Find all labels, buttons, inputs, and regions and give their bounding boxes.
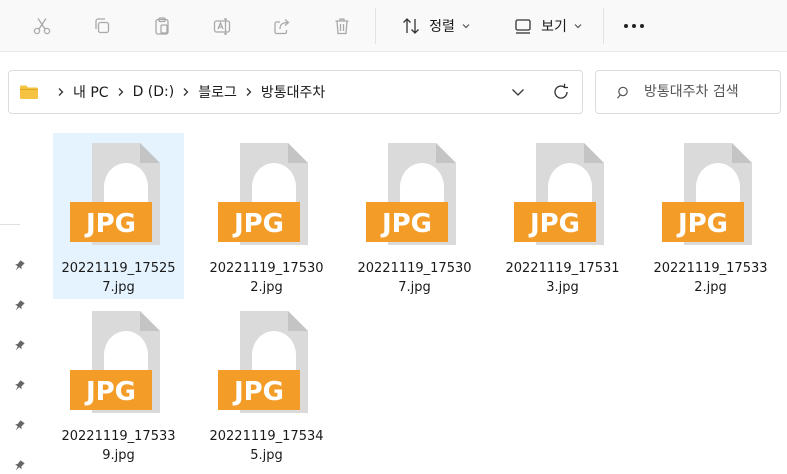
pin-icon[interactable] bbox=[12, 379, 26, 393]
address-bar[interactable]: 내 PC D (D:) 블로그 방통대주차 bbox=[8, 70, 583, 114]
file-name: 20221119_175339.jpg bbox=[61, 429, 176, 463]
file-type-label: JPG bbox=[232, 209, 284, 239]
chevron-down-icon bbox=[573, 21, 583, 31]
file-type-label: JPG bbox=[676, 209, 728, 239]
scissors-icon bbox=[33, 18, 51, 35]
view-icon bbox=[515, 19, 531, 34]
file-name: 20221119_175257.jpg bbox=[61, 261, 176, 295]
paste-button[interactable] bbox=[142, 8, 182, 44]
file-item[interactable]: JPG 20221119_175345.jpg bbox=[201, 301, 332, 467]
file-type-label: JPG bbox=[84, 377, 136, 407]
pin-icon[interactable] bbox=[12, 259, 26, 273]
sort-label: 정렬 bbox=[429, 19, 455, 35]
file-item[interactable]: JPG 20221119_175257.jpg bbox=[53, 133, 184, 299]
chevron-right-icon[interactable] bbox=[57, 87, 65, 97]
view-label: 보기 bbox=[541, 19, 567, 35]
chevron-down-icon bbox=[512, 89, 524, 96]
chevron-down-icon bbox=[461, 21, 471, 31]
breadcrumb-item-blog[interactable]: 블로그 bbox=[198, 82, 237, 102]
nav-divider bbox=[0, 224, 20, 225]
search-icon bbox=[617, 86, 628, 99]
file-type-label: JPG bbox=[84, 209, 136, 239]
address-history-dropdown[interactable] bbox=[509, 83, 527, 101]
search-input[interactable] bbox=[644, 81, 774, 103]
file-name: 20221119_175307.jpg bbox=[357, 261, 472, 295]
command-bar: 정렬 보기 bbox=[0, 0, 787, 52]
file-name: 20221119_175345.jpg bbox=[209, 429, 324, 463]
share-button[interactable] bbox=[262, 8, 302, 44]
file-type-label: JPG bbox=[232, 377, 284, 407]
pin-icon[interactable] bbox=[12, 339, 26, 353]
ellipsis-icon bbox=[624, 24, 644, 28]
file-item[interactable]: JPG 20221119_175313.jpg bbox=[497, 133, 628, 299]
file-item[interactable]: JPG 20221119_175302.jpg bbox=[201, 133, 332, 299]
pin-icon[interactable] bbox=[12, 459, 26, 473]
file-item[interactable]: JPG 20221119_175307.jpg bbox=[349, 133, 480, 299]
clipboard-icon bbox=[155, 17, 169, 35]
file-name: 20221119_175313.jpg bbox=[505, 261, 620, 295]
more-options-button[interactable] bbox=[614, 8, 654, 44]
breadcrumb: 내 PC D (D:) 블로그 방통대주차 bbox=[19, 71, 325, 113]
jpg-file-icon: JPG bbox=[218, 311, 308, 413]
copy-button[interactable] bbox=[82, 8, 122, 44]
breadcrumb-item-this-pc[interactable]: 내 PC bbox=[73, 82, 109, 102]
file-type-label: JPG bbox=[380, 209, 432, 239]
sort-icon bbox=[403, 18, 420, 34]
file-type-label: JPG bbox=[528, 209, 580, 239]
sort-button[interactable]: 정렬 bbox=[388, 8, 484, 44]
delete-button[interactable] bbox=[322, 8, 362, 44]
jpg-file-icon: JPG bbox=[70, 311, 160, 413]
jpg-file-icon: JPG bbox=[366, 143, 456, 245]
toolbar-separator bbox=[375, 8, 376, 44]
rename-button[interactable] bbox=[202, 8, 242, 44]
chevron-right-icon[interactable] bbox=[245, 87, 253, 97]
cut-button[interactable] bbox=[22, 8, 62, 44]
jpg-file-icon: JPG bbox=[514, 143, 604, 245]
jpg-file-icon: JPG bbox=[218, 143, 308, 245]
toolbar-separator bbox=[603, 8, 604, 44]
trash-icon bbox=[335, 18, 349, 35]
share-icon bbox=[274, 19, 290, 35]
rename-icon bbox=[213, 18, 231, 35]
search-box[interactable] bbox=[595, 70, 781, 114]
breadcrumb-item-current[interactable]: 방통대주차 bbox=[261, 82, 325, 102]
jpg-file-icon: JPG bbox=[70, 143, 160, 245]
file-name: 20221119_175302.jpg bbox=[209, 261, 324, 295]
file-name: 20221119_175332.jpg bbox=[653, 261, 768, 295]
copy-icon bbox=[95, 18, 110, 34]
folder-icon bbox=[19, 84, 39, 100]
pin-icon[interactable] bbox=[12, 419, 26, 433]
jpg-file-icon: JPG bbox=[662, 143, 752, 245]
breadcrumb-item-drive[interactable]: D (D:) bbox=[133, 84, 175, 100]
file-item[interactable]: JPG 20221119_175339.jpg bbox=[53, 301, 184, 467]
refresh-button[interactable] bbox=[551, 82, 571, 102]
view-button[interactable]: 보기 bbox=[500, 8, 596, 44]
chevron-right-icon[interactable] bbox=[117, 87, 125, 97]
pin-icon[interactable] bbox=[12, 299, 26, 313]
chevron-right-icon[interactable] bbox=[182, 87, 190, 97]
file-item[interactable]: JPG 20221119_175332.jpg bbox=[645, 133, 776, 299]
refresh-icon bbox=[554, 83, 568, 99]
